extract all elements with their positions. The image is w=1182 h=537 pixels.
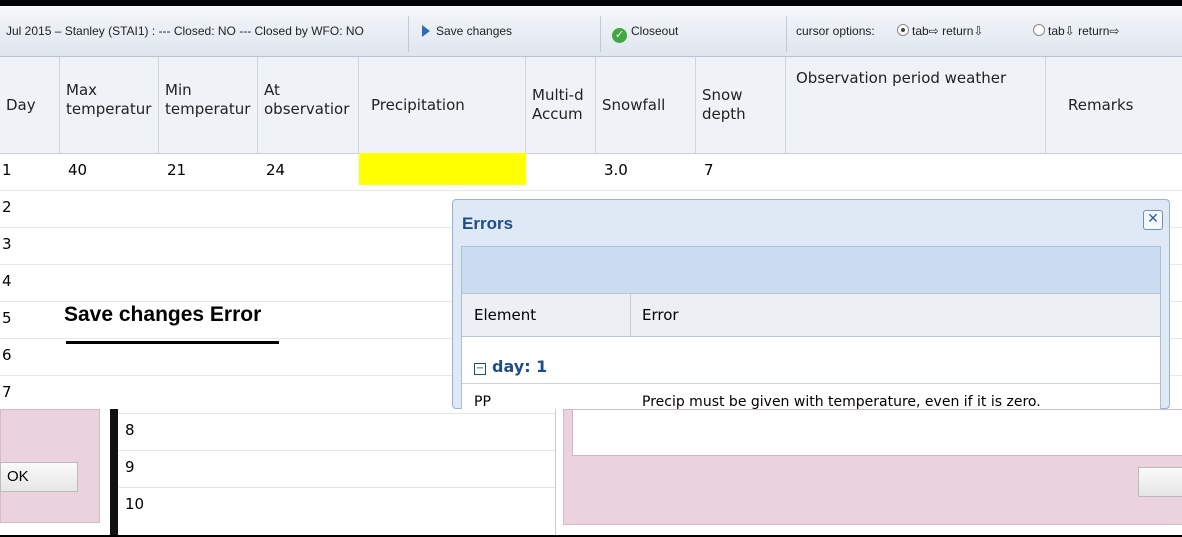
dialog-toolbar-band <box>462 247 1160 293</box>
toolbar-separator <box>600 16 601 52</box>
errors-dialog: Errors ✕ Element Error − day: 1 PP Precip… <box>452 199 1170 410</box>
error-group-day-1[interactable]: − day: 1 <box>474 357 547 376</box>
dialog-title: Errors <box>462 214 514 233</box>
divider-bar <box>110 409 118 537</box>
closeout-label: Closeout <box>631 24 679 38</box>
column-header-max-temp[interactable]: Max temperatur <box>60 57 159 153</box>
save-changes-label: Save changes <box>436 24 513 38</box>
collapse-icon[interactable]: − <box>474 363 486 375</box>
toolbar-separator <box>408 16 409 52</box>
day-cell: 3 <box>2 235 12 253</box>
day-cell: 1 <box>2 161 12 179</box>
row-day-label: 9 <box>125 458 135 476</box>
radio-unselected-icon <box>1033 24 1045 36</box>
right-dialog-content <box>572 410 1182 456</box>
row-day-label: 8 <box>125 421 135 439</box>
play-arrow-icon <box>422 25 430 37</box>
column-header-day[interactable]: Day <box>0 57 60 153</box>
lower-strip: OK 8 9 10 <box>0 409 1182 537</box>
max-temp-cell[interactable]: 40 <box>68 161 87 179</box>
row-divider <box>119 487 555 488</box>
close-icon[interactable]: ✕ <box>1143 210 1163 230</box>
cursor-option-1-label: tab⇨ return⇩ <box>912 24 984 38</box>
at-obs-cell[interactable]: 24 <box>266 161 285 179</box>
error-row[interactable]: PP Precip must be given with temperature… <box>462 383 1160 410</box>
toolbar: Jul 2015 – Stanley (STAI1) : --- Closed:… <box>0 0 1182 57</box>
column-header-snow-depth[interactable]: Snow depth <box>696 57 786 153</box>
grid-header: Day Max temperatur Min temperatur At obs… <box>0 57 1182 154</box>
column-header-multiday-accum[interactable]: Multi-d Accum <box>526 57 596 153</box>
error-element: PP <box>474 394 491 410</box>
row-day-label: 10 <box>125 495 145 513</box>
column-header-observation-weather[interactable]: Observation period weather <box>786 57 1046 153</box>
errors-grid: Element Error − day: 1 PP Precip must be … <box>461 246 1161 410</box>
right-dialog-fragment <box>563 409 1182 525</box>
column-divider <box>630 294 631 336</box>
row-divider <box>119 413 555 414</box>
day-cell: 5 <box>2 309 12 327</box>
right-dialog-button[interactable] <box>1138 467 1182 497</box>
precipitation-cell-highlight[interactable] <box>359 153 526 185</box>
cursor-option-2-label: tab⇩ return⇨ <box>1048 24 1120 38</box>
save-changes-button[interactable]: Save changes <box>422 24 512 38</box>
column-header-snowfall[interactable]: Snowfall <box>596 57 696 153</box>
column-header-at-observation[interactable]: At observatior <box>258 57 359 153</box>
cursor-option-1[interactable]: tab⇨ return⇩ <box>897 24 983 38</box>
annotation-label: Save changes Error <box>64 303 262 326</box>
column-divider <box>555 409 556 537</box>
error-message: Precip must be given with temperature, e… <box>642 394 1041 410</box>
row-divider <box>119 450 555 451</box>
column-header-error[interactable]: Error <box>642 306 679 324</box>
radio-selected-icon <box>897 24 909 36</box>
cursor-option-2[interactable]: tab⇩ return⇨ <box>1033 24 1119 38</box>
station-info: Jul 2015 – Stanley (STAI1) : --- Closed:… <box>6 24 364 38</box>
toolbar-separator <box>786 16 787 52</box>
closeout-button[interactable]: ✓ Closeout <box>612 24 678 43</box>
column-header-element[interactable]: Element <box>474 306 536 324</box>
column-header-min-temp[interactable]: Min temperatur <box>159 57 258 153</box>
day-cell: 4 <box>2 272 12 290</box>
day-cell: 6 <box>2 346 12 364</box>
annotation-underline <box>66 341 279 344</box>
day-cell: 2 <box>2 198 12 216</box>
ok-button[interactable]: OK <box>0 462 78 492</box>
min-temp-cell[interactable]: 21 <box>167 161 186 179</box>
checkmark-icon: ✓ <box>612 28 627 43</box>
column-header-remarks[interactable]: Remarks <box>1046 57 1182 153</box>
column-header-precipitation[interactable]: Precipitation <box>359 57 526 153</box>
cursor-options-label: cursor options: <box>796 24 875 38</box>
table-row[interactable]: 1 40 21 24 3.0 7 <box>0 153 1182 191</box>
error-group-label: day: 1 <box>492 357 548 376</box>
day-cell: 7 <box>2 383 12 401</box>
snow-depth-cell[interactable]: 7 <box>704 161 714 179</box>
errors-grid-header: Element Error <box>462 293 1160 337</box>
snowfall-cell[interactable]: 3.0 <box>604 161 628 179</box>
